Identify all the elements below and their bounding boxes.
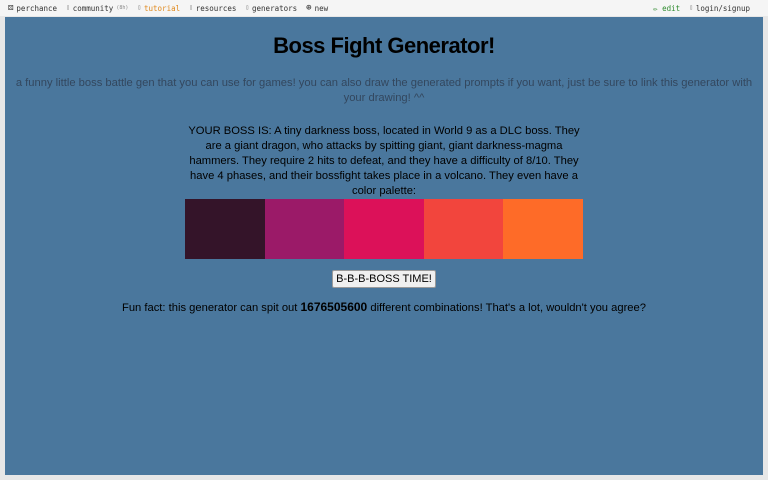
palette-swatch-4 (423, 199, 504, 259)
nav-tutorial-label: tutorial (144, 3, 181, 13)
top-navigation-bar: ⚄ perchance ▯ community (8h) ▯ tutorial … (0, 0, 768, 16)
palette-swatch-3 (344, 199, 424, 259)
nav-left-group: ⚄ perchance ▯ community (8h) ▯ tutorial … (0, 2, 337, 13)
login-signup-link[interactable]: ▯ login/signup (689, 4, 750, 13)
edit-link[interactable]: ✏ edit (653, 4, 680, 13)
community-icon: ▯ (66, 4, 70, 11)
nav-resources-label: resources (195, 3, 237, 13)
generators-icon: ▯ (245, 4, 250, 11)
fun-fact-suffix: different combinations! That's a lot, wo… (367, 302, 646, 314)
nav-generators-link[interactable]: ▯ generators (245, 4, 297, 13)
palette-swatch-5 (503, 199, 583, 259)
fun-fact-prefix: Fun fact: this generator can spit out (122, 302, 301, 314)
page-title: Boss Fight Generator! (273, 33, 495, 58)
nav-brand-label: perchance (16, 3, 58, 13)
resources-icon: ▯ (189, 4, 193, 11)
nav-resources-link[interactable]: ▯ resources (189, 4, 236, 13)
boss-description: YOUR BOSS IS: A tiny darkness boss, loca… (188, 125, 580, 197)
nav-generators-label: generators (252, 3, 298, 13)
tutorial-icon: ▯ (137, 4, 141, 11)
dice-icon: ⚄ (8, 2, 14, 13)
community-badge: (8h) (116, 5, 129, 11)
fun-fact-text: Fun fact: this generator can spit out 16… (5, 300, 763, 316)
nav-tutorial-link[interactable]: ▯ tutorial (137, 4, 180, 13)
login-signup-label: login/signup (695, 3, 750, 13)
nav-new-link[interactable]: ⊕ new (306, 2, 329, 13)
nav-community-label: community (72, 3, 114, 13)
user-icon: ▯ (689, 4, 693, 11)
nav-right-group: ✏ edit ▯ login/signup (653, 4, 768, 13)
page-subtitle: a funny little boss battle gen that you … (15, 77, 753, 104)
palette-swatch-2 (264, 199, 345, 259)
generator-output-panel: Boss Fight Generator! a funny little bos… (5, 17, 763, 475)
palette-swatch-1 (185, 199, 265, 259)
plus-circle-icon: ⊕ (306, 2, 312, 13)
boss-time-button[interactable]: B-B-B-BOSS TIME! (332, 270, 436, 288)
nav-community-link[interactable]: ▯ community (8h) (66, 4, 128, 13)
nav-brand-link[interactable]: ⚄ perchance (8, 2, 58, 13)
nav-new-label: new (314, 3, 329, 13)
combination-count: 1676505600 (300, 300, 368, 314)
color-palette (185, 199, 583, 259)
